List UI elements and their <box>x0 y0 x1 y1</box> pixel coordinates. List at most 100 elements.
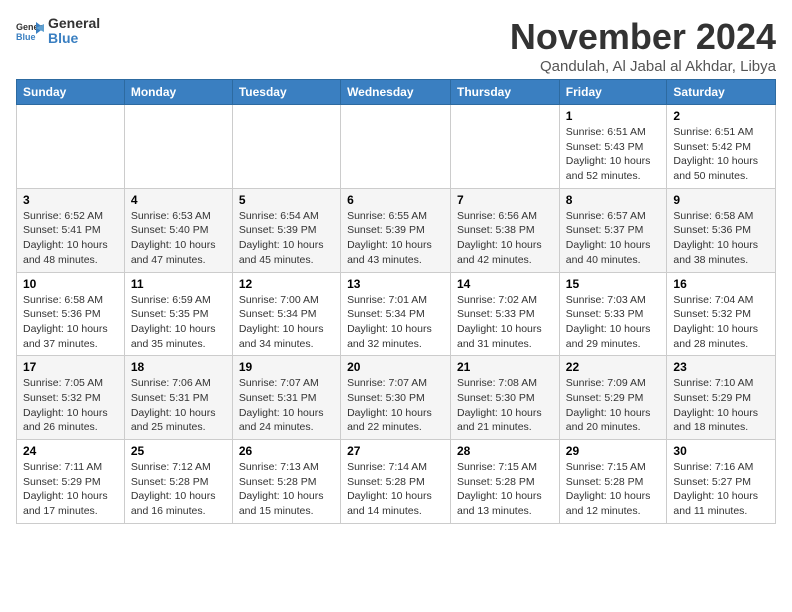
calendar-cell: 14Sunrise: 7:02 AM Sunset: 5:33 PM Dayli… <box>451 272 560 356</box>
calendar-cell: 23 Sunrise: 7:10 AM Sunset: 5:29 PM Dayli… <box>667 356 776 440</box>
calendar-cell: 18 Sunrise: 7:06 AM Sunset: 5:31 PM Dayli… <box>124 356 232 440</box>
logo-icon: General Blue <box>16 20 44 42</box>
day-info: Sunrise: 6:51 AM Sunset: 5:42 PM Dayligh… <box>673 125 769 184</box>
calendar-cell: 6Sunrise: 6:55 AM Sunset: 5:39 PM Daylig… <box>341 188 451 272</box>
day-number: 22 <box>566 360 661 374</box>
day-info: Sunrise: 6:58 AM Sunset: 5:36 PM Dayligh… <box>23 293 118 352</box>
day-number: 16 <box>673 277 769 291</box>
week-row-2: 3 Sunrise: 6:52 AM Sunset: 5:41 PM Daylig… <box>17 188 776 272</box>
column-header-wednesday: Wednesday <box>341 80 451 105</box>
column-header-tuesday: Tuesday <box>232 80 340 105</box>
calendar-cell: 2 Sunrise: 6:51 AM Sunset: 5:42 PM Daylig… <box>667 105 776 189</box>
day-info: Sunrise: 6:56 AM Sunset: 5:38 PM Dayligh… <box>457 209 553 268</box>
day-info: Sunrise: 6:59 AM Sunset: 5:35 PM Dayligh… <box>131 293 226 352</box>
day-number: 11 <box>131 277 226 291</box>
day-info: Sunrise: 7:10 AM Sunset: 5:29 PM Dayligh… <box>673 376 769 435</box>
calendar-cell: 29 Sunrise: 7:15 AM Sunset: 5:28 PM Dayli… <box>559 440 667 524</box>
calendar-cell: 27 Sunrise: 7:14 AM Sunset: 5:28 PM Dayli… <box>341 440 451 524</box>
day-number: 10 <box>23 277 118 291</box>
day-number: 21 <box>457 360 553 374</box>
calendar-cell: 26 Sunrise: 7:13 AM Sunset: 5:28 PM Dayli… <box>232 440 340 524</box>
day-info: Sunrise: 6:57 AM Sunset: 5:37 PM Dayligh… <box>566 209 661 268</box>
title-area: November 2024 Qandulah, Al Jabal al Akhd… <box>510 16 776 75</box>
calendar-cell: 28 Sunrise: 7:15 AM Sunset: 5:28 PM Dayli… <box>451 440 560 524</box>
calendar-cell: 13 Sunrise: 7:01 AM Sunset: 5:34 PM Dayli… <box>341 272 451 356</box>
calendar-cell: 3 Sunrise: 6:52 AM Sunset: 5:41 PM Daylig… <box>17 188 125 272</box>
day-info: Sunrise: 7:04 AM Sunset: 5:32 PM Dayligh… <box>673 293 769 352</box>
day-number: 24 <box>23 444 118 458</box>
day-number: 23 <box>673 360 769 374</box>
day-info: Sunrise: 7:01 AM Sunset: 5:34 PM Dayligh… <box>347 293 444 352</box>
calendar-cell: 12 Sunrise: 7:00 AM Sunset: 5:34 PM Dayli… <box>232 272 340 356</box>
calendar-cell: 8Sunrise: 6:57 AM Sunset: 5:37 PM Daylig… <box>559 188 667 272</box>
day-number: 9 <box>673 193 769 207</box>
calendar-cell: 16 Sunrise: 7:04 AM Sunset: 5:32 PM Dayli… <box>667 272 776 356</box>
day-info: Sunrise: 6:54 AM Sunset: 5:39 PM Dayligh… <box>239 209 334 268</box>
day-number: 3 <box>23 193 118 207</box>
day-info: Sunrise: 7:08 AM Sunset: 5:30 PM Dayligh… <box>457 376 553 435</box>
calendar-cell <box>341 105 451 189</box>
calendar-cell: 21 Sunrise: 7:08 AM Sunset: 5:30 PM Dayli… <box>451 356 560 440</box>
day-info: Sunrise: 6:52 AM Sunset: 5:41 PM Dayligh… <box>23 209 118 268</box>
calendar-cell: 15Sunrise: 7:03 AM Sunset: 5:33 PM Dayli… <box>559 272 667 356</box>
day-number: 15 <box>566 277 661 291</box>
day-info: Sunrise: 7:14 AM Sunset: 5:28 PM Dayligh… <box>347 460 444 519</box>
calendar-cell: 9 Sunrise: 6:58 AM Sunset: 5:36 PM Daylig… <box>667 188 776 272</box>
day-info: Sunrise: 7:13 AM Sunset: 5:28 PM Dayligh… <box>239 460 334 519</box>
day-info: Sunrise: 6:58 AM Sunset: 5:36 PM Dayligh… <box>673 209 769 268</box>
calendar-cell: 4Sunrise: 6:53 AM Sunset: 5:40 PM Daylig… <box>124 188 232 272</box>
day-number: 25 <box>131 444 226 458</box>
column-header-monday: Monday <box>124 80 232 105</box>
column-header-friday: Friday <box>559 80 667 105</box>
day-info: Sunrise: 7:12 AM Sunset: 5:28 PM Dayligh… <box>131 460 226 519</box>
calendar-table: SundayMondayTuesdayWednesdayThursdayFrid… <box>16 79 776 524</box>
day-number: 5 <box>239 193 334 207</box>
day-info: Sunrise: 7:15 AM Sunset: 5:28 PM Dayligh… <box>457 460 553 519</box>
day-number: 18 <box>131 360 226 374</box>
day-info: Sunrise: 6:55 AM Sunset: 5:39 PM Dayligh… <box>347 209 444 268</box>
day-info: Sunrise: 7:15 AM Sunset: 5:28 PM Dayligh… <box>566 460 661 519</box>
day-number: 2 <box>673 109 769 123</box>
calendar-cell: 30 Sunrise: 7:16 AM Sunset: 5:27 PM Dayli… <box>667 440 776 524</box>
week-row-5: 24 Sunrise: 7:11 AM Sunset: 5:29 PM Dayli… <box>17 440 776 524</box>
day-number: 12 <box>239 277 334 291</box>
day-info: Sunrise: 7:07 AM Sunset: 5:31 PM Dayligh… <box>239 376 334 435</box>
day-info: Sunrise: 6:51 AM Sunset: 5:43 PM Dayligh… <box>566 125 661 184</box>
logo-blue-text: Blue <box>48 31 100 46</box>
week-row-3: 10 Sunrise: 6:58 AM Sunset: 5:36 PM Dayli… <box>17 272 776 356</box>
column-header-saturday: Saturday <box>667 80 776 105</box>
calendar-header-row: SundayMondayTuesdayWednesdayThursdayFrid… <box>17 80 776 105</box>
day-info: Sunrise: 7:06 AM Sunset: 5:31 PM Dayligh… <box>131 376 226 435</box>
day-number: 28 <box>457 444 553 458</box>
day-info: Sunrise: 7:09 AM Sunset: 5:29 PM Dayligh… <box>566 376 661 435</box>
day-number: 19 <box>239 360 334 374</box>
day-number: 29 <box>566 444 661 458</box>
day-info: Sunrise: 7:11 AM Sunset: 5:29 PM Dayligh… <box>23 460 118 519</box>
day-info: Sunrise: 7:16 AM Sunset: 5:27 PM Dayligh… <box>673 460 769 519</box>
calendar-cell <box>232 105 340 189</box>
calendar-cell <box>124 105 232 189</box>
calendar-cell: 11 Sunrise: 6:59 AM Sunset: 5:35 PM Dayli… <box>124 272 232 356</box>
calendar-cell: 22 Sunrise: 7:09 AM Sunset: 5:29 PM Dayli… <box>559 356 667 440</box>
location-subtitle: Qandulah, Al Jabal al Akhdar, Libya <box>510 58 776 75</box>
day-number: 27 <box>347 444 444 458</box>
column-header-thursday: Thursday <box>451 80 560 105</box>
day-info: Sunrise: 7:00 AM Sunset: 5:34 PM Dayligh… <box>239 293 334 352</box>
calendar-cell: 20Sunrise: 7:07 AM Sunset: 5:30 PM Dayli… <box>341 356 451 440</box>
week-row-4: 17 Sunrise: 7:05 AM Sunset: 5:32 PM Dayli… <box>17 356 776 440</box>
day-info: Sunrise: 6:53 AM Sunset: 5:40 PM Dayligh… <box>131 209 226 268</box>
day-number: 26 <box>239 444 334 458</box>
day-number: 1 <box>566 109 661 123</box>
day-info: Sunrise: 7:05 AM Sunset: 5:32 PM Dayligh… <box>23 376 118 435</box>
month-year-title: November 2024 <box>510 16 776 58</box>
calendar-cell: 17 Sunrise: 7:05 AM Sunset: 5:32 PM Dayli… <box>17 356 125 440</box>
logo: General Blue General Blue <box>16 16 100 47</box>
day-number: 17 <box>23 360 118 374</box>
day-number: 30 <box>673 444 769 458</box>
calendar-cell: 10 Sunrise: 6:58 AM Sunset: 5:36 PM Dayli… <box>17 272 125 356</box>
day-number: 13 <box>347 277 444 291</box>
logo-general-text: General <box>48 16 100 31</box>
day-number: 7 <box>457 193 553 207</box>
calendar-cell: 19 Sunrise: 7:07 AM Sunset: 5:31 PM Dayli… <box>232 356 340 440</box>
day-info: Sunrise: 7:02 AM Sunset: 5:33 PM Dayligh… <box>457 293 553 352</box>
